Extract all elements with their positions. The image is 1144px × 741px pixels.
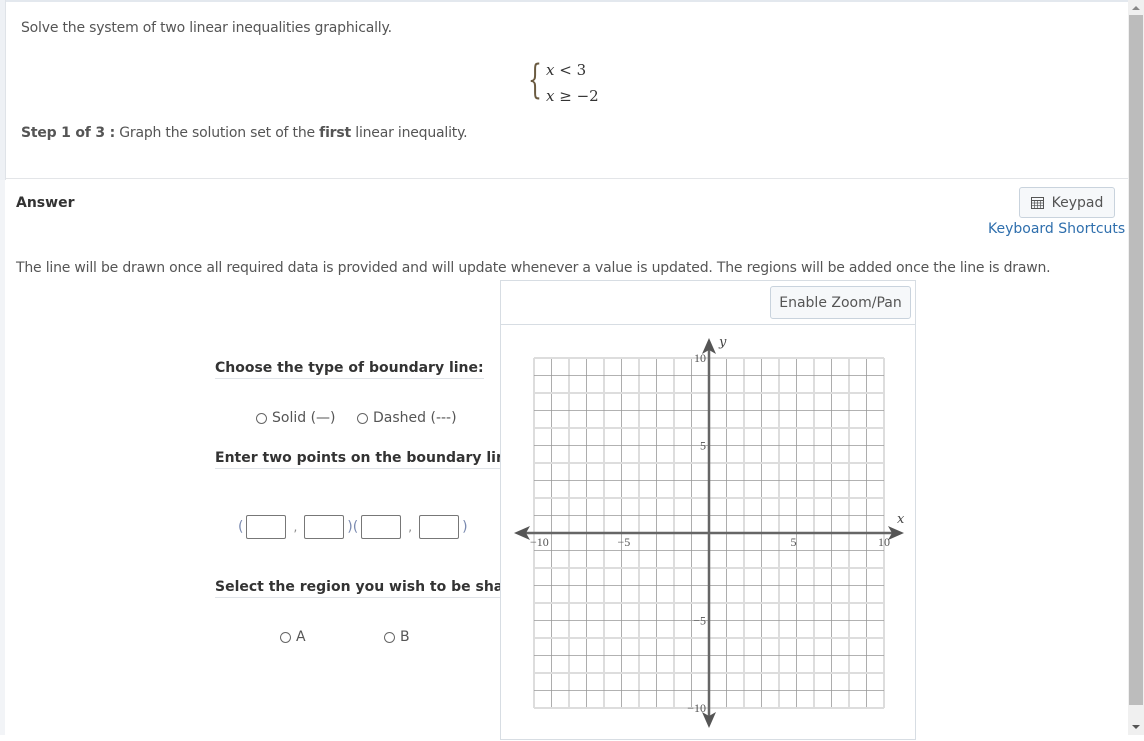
inequality-1-var: x xyxy=(546,61,555,79)
comma: , xyxy=(293,520,298,534)
inequality-1: x < 3 xyxy=(546,61,586,79)
region-a-label: A xyxy=(296,629,306,645)
scroll-up-arrow-icon[interactable] xyxy=(1132,6,1140,10)
point-1-y-input[interactable] xyxy=(304,515,345,539)
x-tick-label: −10 xyxy=(530,535,549,549)
region-b-label: B xyxy=(400,629,410,645)
open-paren: ( xyxy=(238,519,244,535)
y-tick-label: −5 xyxy=(693,614,706,628)
radio-circle-icon[interactable] xyxy=(357,412,368,424)
dashed-line-label: Dashed (---) xyxy=(373,410,457,426)
comma: , xyxy=(408,520,413,534)
keypad-label: Keypad xyxy=(1051,194,1104,211)
region-b-radio[interactable]: B xyxy=(384,629,410,645)
scrollbar-thumb[interactable] xyxy=(1129,15,1143,705)
close-open-paren: )( xyxy=(347,519,359,535)
step-instruction: Step 1 of 3 : Graph the solution set of … xyxy=(21,125,468,141)
coordinate-plane[interactable]: x y −10 −5 5 10 10 5 −5 −10 xyxy=(501,281,917,741)
point-2-y-input[interactable] xyxy=(419,515,460,539)
boundary-type-label: Choose the type of boundary line: xyxy=(215,360,484,379)
inequality-2: x ≥ −2 xyxy=(546,87,599,105)
inequality-2-op: ≥ xyxy=(559,87,572,105)
inequality-2-var: x xyxy=(546,87,555,105)
x-axis-label: x xyxy=(897,512,905,527)
inequality-1-rhs: 3 xyxy=(576,61,587,79)
region-label: Select the region you wish to be shaded: xyxy=(215,579,539,598)
question-prompt: Solve the system of two linear inequalit… xyxy=(21,20,392,36)
step-prefix: Step 1 of 3 : xyxy=(21,125,115,141)
point-1-x-input[interactable] xyxy=(246,515,287,539)
dashed-line-radio[interactable]: Dashed (---) xyxy=(357,410,457,426)
radio-circle-icon[interactable] xyxy=(256,412,267,424)
y-tick-label: −10 xyxy=(687,701,706,715)
graph-panel: Enable Zoom/Pan x y −10 −5 5 10 10 5 −5 −10 xyxy=(500,280,916,740)
x-tick-label: 5 xyxy=(791,535,797,549)
radio-circle-icon[interactable] xyxy=(280,631,291,643)
region-a-radio[interactable]: A xyxy=(280,629,306,645)
left-brace: { xyxy=(528,57,542,103)
x-tick-label: 10 xyxy=(878,535,890,549)
y-axis-label: y xyxy=(718,335,727,350)
keypad-button[interactable]: Keypad xyxy=(1019,187,1115,218)
vertical-scrollbar[interactable] xyxy=(1128,0,1144,735)
step-text-before: Graph the solution set of the xyxy=(114,125,320,141)
boundary-points-inputs: ( , )( , ) xyxy=(238,515,468,539)
keyboard-shortcuts-link[interactable]: Keyboard Shortcuts xyxy=(988,221,1125,237)
question-section: Solve the system of two linear inequalit… xyxy=(6,2,1128,179)
radio-circle-icon[interactable] xyxy=(384,631,395,643)
step-bold: first xyxy=(319,125,351,141)
close-paren: ) xyxy=(462,519,468,535)
answer-left-border xyxy=(0,180,5,735)
keypad-icon xyxy=(1030,196,1044,209)
solid-line-radio[interactable]: Solid (—) xyxy=(256,410,336,426)
graph-info-text: The line will be drawn once all required… xyxy=(16,260,1051,276)
inequality-1-op: < xyxy=(559,61,572,79)
y-tick-label: 5 xyxy=(700,439,706,453)
solid-line-label: Solid (—) xyxy=(272,410,336,426)
inequality-2-rhs: −2 xyxy=(576,87,599,105)
y-tick-label: 10 xyxy=(694,351,706,365)
x-tick-label: −5 xyxy=(618,535,631,549)
boundary-points-label: Enter two points on the boundary line: xyxy=(215,450,522,469)
step-text-after: linear inequality. xyxy=(351,125,468,141)
point-2-x-input[interactable] xyxy=(361,515,402,539)
scroll-down-arrow-icon[interactable] xyxy=(1132,725,1140,729)
answer-heading: Answer xyxy=(16,195,75,211)
